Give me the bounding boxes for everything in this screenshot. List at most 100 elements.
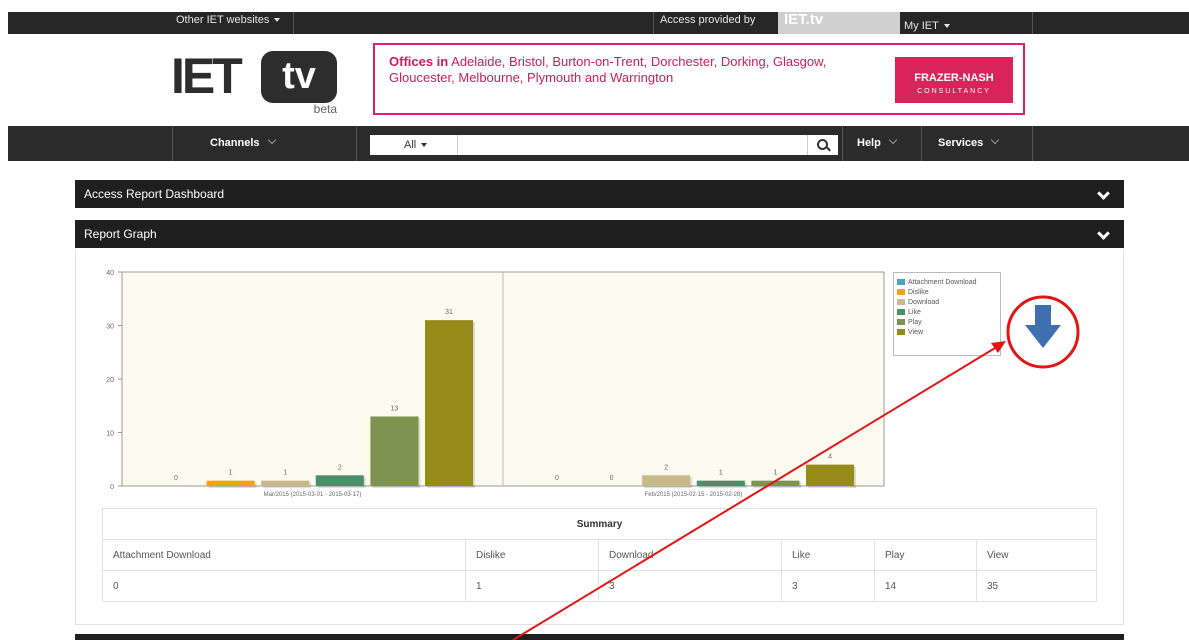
report-chart: 01020304001 121331Mar/2015 (2015-03-01 - … (106, 270, 885, 498)
frazer-nash-logo: FRAZER-NASH CONSULTANCY (895, 57, 1013, 103)
bar (206, 480, 255, 486)
brand-sub: CONSULTANCY (917, 88, 991, 95)
summary-value: 3 (598, 570, 782, 602)
summary-value: 3 (781, 570, 875, 602)
legend-label: Dislike (908, 288, 929, 296)
summary-value: 1 (465, 570, 599, 602)
legend-label: Attachment Download (908, 278, 977, 286)
chevron-down-icon (888, 135, 898, 145)
summary-value: 35 (976, 570, 1097, 602)
help-label: Help (857, 137, 881, 149)
iet-tv-logo[interactable]: IET tv beta (171, 48, 339, 118)
data-label: 1 (283, 470, 287, 477)
bar (642, 475, 691, 486)
summary-header: View (976, 539, 1097, 571)
services-label: Services (938, 137, 984, 149)
search-button[interactable] (807, 135, 838, 155)
data-label: 0 (555, 475, 559, 482)
channels-label: Channels (210, 137, 260, 149)
advert-text: Offices in Adelaide, Bristol, Burton-on-… (389, 54, 889, 86)
my-iet-menu[interactable]: My IET (904, 18, 950, 34)
legend-entry: Attachment Download (897, 277, 997, 287)
chart-legend: Attachment Download Dislike Download Like Pl… (893, 272, 1001, 356)
summary-value-row: 0 1 3 3 14 35 (102, 570, 1097, 602)
chevron-down-icon (991, 135, 1000, 145)
search-input[interactable] (462, 136, 806, 154)
caret-down-icon (274, 18, 281, 23)
legend-swatch (897, 319, 905, 325)
bar (315, 475, 364, 486)
channels-menu[interactable]: Channels (210, 126, 276, 161)
summary-header: Dislike (465, 539, 599, 571)
advert-banner[interactable]: Offices in Adelaide, Bristol, Burton-on-… (373, 43, 1025, 115)
summary-table: Summary Attachment Download Dislike Down… (102, 508, 1097, 602)
summary-header-row: Attachment Download Dislike Download Lik… (102, 539, 1097, 571)
bar (261, 480, 310, 486)
advert-lead: Offices in (389, 54, 449, 69)
y-tick-label: 40 (106, 270, 114, 277)
legend-entry: Like (897, 307, 997, 317)
logo-tv-box: tv (261, 51, 337, 103)
data-label: 0 (610, 475, 614, 482)
other-iet-websites-label: Other IET websites (176, 14, 270, 26)
data-label: 2 (338, 464, 342, 471)
summary-value: 14 (874, 570, 977, 602)
legend-swatch (897, 309, 905, 315)
data-label: 2 (664, 464, 668, 471)
summary-title: Summary (102, 508, 1097, 540)
caret-down-icon (943, 24, 950, 29)
bar (805, 464, 855, 486)
x-tick-label: Mar/2015 (2015-03-01 - 2015-03-17) (264, 492, 362, 498)
legend-label: View (908, 328, 924, 336)
access-provided-label: Access provided by (660, 14, 756, 26)
summary-header: Play (874, 539, 977, 571)
other-iet-websites-menu[interactable]: Other IET websites (176, 12, 281, 28)
search-scope-select[interactable]: All (370, 135, 458, 155)
data-label: 1 (229, 470, 233, 477)
legend-swatch (897, 289, 905, 295)
bar (696, 480, 745, 486)
legend-swatch (897, 279, 905, 285)
advert-offices: Adelaide, Bristol, Burton-on-Trent, Dorc… (389, 54, 827, 85)
legend-entry: Download (897, 297, 997, 307)
y-tick-label: 30 (106, 324, 114, 331)
legend-entry: Dislike (897, 287, 997, 297)
bar (751, 480, 800, 486)
search-scope-value: All (404, 139, 417, 151)
legend-entry: Play (897, 317, 997, 327)
y-tick-label: 20 (106, 377, 114, 384)
summary-header: Attachment Download (102, 539, 466, 571)
summary-header: Like (781, 539, 875, 571)
access-report-dashboard-header[interactable]: Access Report Dashboard (75, 180, 1124, 208)
chevron-down-icon (267, 135, 276, 145)
help-menu[interactable]: Help (857, 126, 898, 161)
legend-entry: View (897, 327, 997, 337)
legend-label: Like (908, 308, 921, 316)
legend-swatch (897, 329, 905, 335)
search-bar: All (370, 135, 838, 155)
summary-value: 0 (102, 570, 466, 602)
beta-badge: beta (313, 102, 337, 116)
services-menu[interactable]: Services (938, 126, 1000, 161)
y-tick-label: 10 (106, 431, 114, 438)
brand-name: FRAZER-NASH (914, 72, 994, 84)
y-tick-label: 0 (110, 484, 114, 491)
panel-title: Report Graph (84, 227, 157, 241)
data-label: 1 (773, 470, 777, 477)
chevron-down-icon[interactable] (1097, 227, 1110, 240)
data-label: 4 (828, 454, 832, 461)
data-label: 13 (391, 405, 399, 412)
summary-header: Download (598, 539, 782, 571)
data-label: 0 (174, 475, 178, 482)
top-bar: Other IET websites Access provided by My… (8, 12, 1189, 34)
caret-down-icon (421, 143, 428, 148)
x-tick-label: Feb/2015 (2015-02-15 - 2015-02-28) (645, 492, 743, 498)
data-label: 1 (719, 470, 723, 477)
next-panel-header[interactable] (75, 634, 1124, 640)
legend-label: Play (908, 318, 922, 326)
logo-wordmark: IET (171, 48, 243, 104)
legend-swatch (897, 299, 905, 305)
legend-label: Download (908, 298, 940, 306)
chevron-down-icon[interactable] (1097, 187, 1110, 200)
report-graph-header[interactable]: Report Graph (75, 220, 1124, 248)
